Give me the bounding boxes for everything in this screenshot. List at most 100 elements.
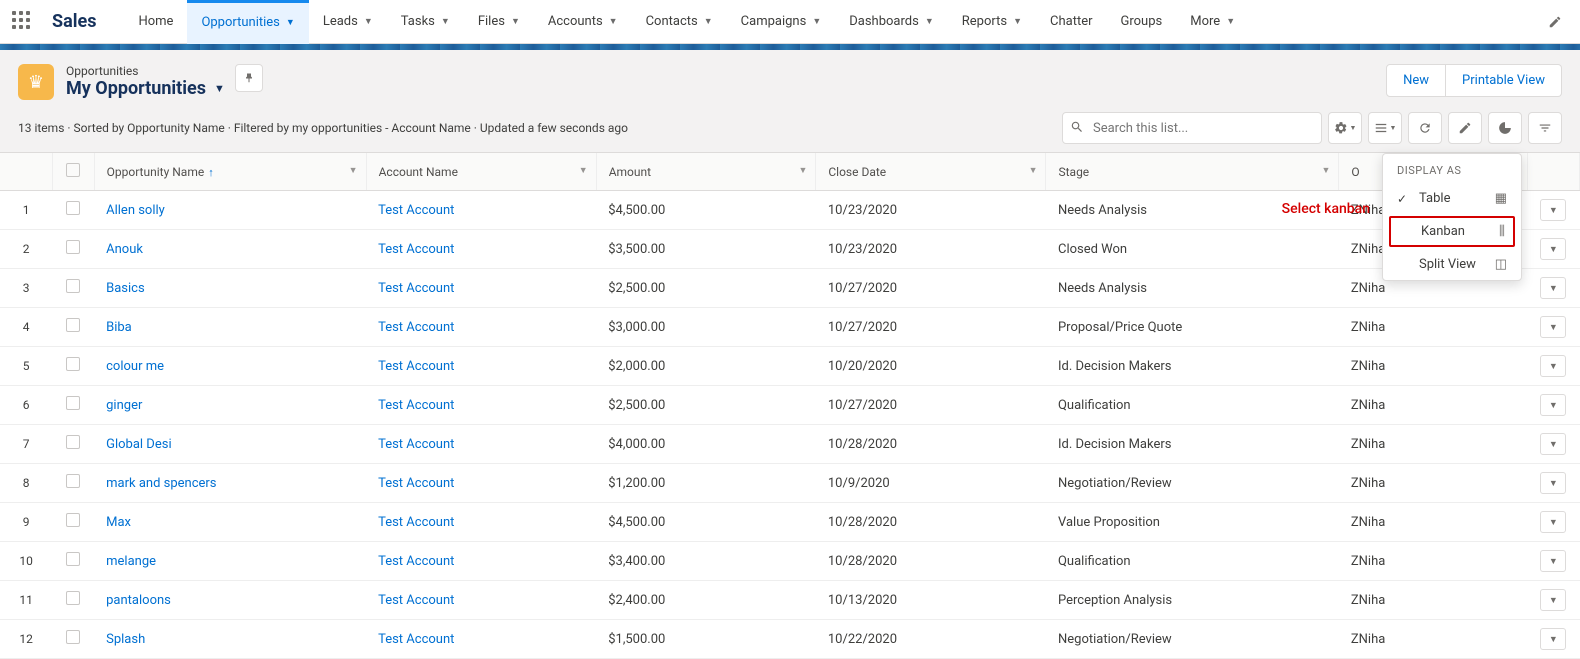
chevron-down-icon[interactable]: ▼	[704, 16, 713, 27]
chevron-down-icon[interactable]: ▼	[349, 165, 358, 176]
row-checkbox[interactable]	[52, 386, 94, 425]
account-link[interactable]: Test Account	[378, 437, 454, 452]
row-actions-button[interactable]: ▼	[1540, 355, 1566, 377]
nav-tab-opportunities[interactable]: Opportunities▼	[187, 0, 308, 44]
account-link[interactable]: Test Account	[378, 359, 454, 374]
nav-tab-groups[interactable]: Groups	[1107, 0, 1177, 44]
cell-stage: Id. Decision Makers	[1046, 347, 1339, 386]
nav-tab-leads[interactable]: Leads▼	[309, 0, 387, 44]
refresh-button[interactable]	[1408, 112, 1442, 144]
row-actions-button[interactable]: ▼	[1540, 589, 1566, 611]
row-checkbox[interactable]	[52, 425, 94, 464]
col-stage[interactable]: Stage▼	[1046, 153, 1339, 191]
nav-tab-campaigns[interactable]: Campaigns▼	[727, 0, 836, 44]
nav-tab-chatter[interactable]: Chatter	[1036, 0, 1107, 44]
opportunity-link[interactable]: Biba	[106, 320, 132, 335]
new-button[interactable]: New	[1386, 64, 1446, 97]
row-actions-button[interactable]: ▼	[1540, 394, 1566, 416]
edit-button[interactable]	[1448, 112, 1482, 144]
chevron-down-icon[interactable]: ▼	[286, 17, 295, 28]
display-option-split-view[interactable]: Split View◫	[1383, 249, 1521, 280]
col-amount[interactable]: Amount▼	[596, 153, 816, 191]
chevron-down-icon[interactable]: ▼	[1321, 165, 1330, 176]
chevron-down-icon[interactable]: ▼	[798, 165, 807, 176]
row-checkbox[interactable]	[52, 347, 94, 386]
row-checkbox[interactable]	[52, 191, 94, 230]
row-actions-button[interactable]: ▼	[1540, 199, 1566, 221]
printable-view-button[interactable]: Printable View	[1446, 64, 1562, 97]
opportunity-link[interactable]: mark and spencers	[106, 476, 216, 491]
list-view-name[interactable]: My Opportunities ▼	[66, 78, 225, 99]
row-actions-button[interactable]: ▼	[1540, 238, 1566, 260]
nav-tab-accounts[interactable]: Accounts▼	[534, 0, 632, 44]
opportunity-link[interactable]: Allen solly	[106, 203, 165, 218]
account-link[interactable]: Test Account	[378, 203, 454, 218]
nav-tab-dashboards[interactable]: Dashboards▼	[835, 0, 948, 44]
row-actions-button[interactable]: ▼	[1540, 316, 1566, 338]
chevron-down-icon[interactable]: ▼	[812, 16, 821, 27]
row-checkbox[interactable]	[52, 581, 94, 620]
account-link[interactable]: Test Account	[378, 632, 454, 647]
row-actions-button[interactable]: ▼	[1540, 472, 1566, 494]
opportunity-link[interactable]: Basics	[106, 281, 145, 296]
opportunity-link[interactable]: Anouk	[106, 242, 143, 257]
chevron-down-icon[interactable]: ▼	[441, 16, 450, 27]
account-link[interactable]: Test Account	[378, 515, 454, 530]
col-opportunity-name[interactable]: Opportunity Name↑▼	[94, 153, 366, 191]
chevron-down-icon[interactable]: ▼	[925, 16, 934, 27]
display-option-table[interactable]: ✓Table▦	[1383, 183, 1521, 214]
opportunity-link[interactable]: Splash	[106, 632, 145, 647]
account-link[interactable]: Test Account	[378, 320, 454, 335]
opportunity-link[interactable]: ginger	[106, 398, 142, 413]
opportunity-link[interactable]: Max	[106, 515, 131, 530]
account-link[interactable]: Test Account	[378, 476, 454, 491]
account-link[interactable]: Test Account	[378, 593, 454, 608]
search-input[interactable]	[1062, 112, 1322, 144]
account-link[interactable]: Test Account	[378, 281, 454, 296]
row-actions-button[interactable]: ▼	[1540, 433, 1566, 455]
edit-nav-icon[interactable]	[1542, 9, 1568, 35]
row-checkbox[interactable]	[52, 230, 94, 269]
opportunity-link[interactable]: colour me	[106, 359, 164, 374]
chevron-down-icon[interactable]: ▼	[579, 165, 588, 176]
nav-tab-home[interactable]: Home	[124, 0, 187, 44]
nav-tab-files[interactable]: Files▼	[464, 0, 534, 44]
row-actions-button[interactable]: ▼	[1540, 277, 1566, 299]
filter-button[interactable]	[1528, 112, 1562, 144]
chevron-down-icon[interactable]: ▼	[609, 16, 618, 27]
nav-tab-tasks[interactable]: Tasks▼	[387, 0, 464, 44]
row-checkbox[interactable]	[52, 308, 94, 347]
row-actions-button[interactable]: ▼	[1540, 511, 1566, 533]
opportunity-link[interactable]: melange	[106, 554, 156, 569]
row-checkbox[interactable]	[52, 542, 94, 581]
display-as-button[interactable]: ▼	[1368, 112, 1402, 144]
col-select-all[interactable]	[52, 153, 94, 191]
col-close-date[interactable]: Close Date▼	[816, 153, 1046, 191]
opportunity-link[interactable]: pantaloons	[106, 593, 171, 608]
nav-tab-contacts[interactable]: Contacts▼	[632, 0, 727, 44]
chevron-down-icon[interactable]: ▼	[364, 16, 373, 27]
account-link[interactable]: Test Account	[378, 398, 454, 413]
chevron-down-icon[interactable]: ▼	[1226, 16, 1235, 27]
account-link[interactable]: Test Account	[378, 242, 454, 257]
col-account-name[interactable]: Account Name▼	[366, 153, 596, 191]
row-actions-button[interactable]: ▼	[1540, 550, 1566, 572]
app-launcher-icon[interactable]	[12, 11, 34, 33]
nav-tab-reports[interactable]: Reports▼	[948, 0, 1036, 44]
nav-tab-more[interactable]: More▼	[1176, 0, 1249, 44]
chevron-down-icon[interactable]: ▼	[1013, 16, 1022, 27]
row-checkbox[interactable]	[52, 269, 94, 308]
settings-button[interactable]: ▼	[1328, 112, 1362, 144]
display-option-kanban[interactable]: Kanban⫼	[1389, 216, 1515, 247]
global-nav: Sales HomeOpportunities▼Leads▼Tasks▼File…	[0, 0, 1580, 44]
row-checkbox[interactable]	[52, 620, 94, 659]
pin-button[interactable]	[235, 64, 263, 92]
row-checkbox[interactable]	[52, 503, 94, 542]
account-link[interactable]: Test Account	[378, 554, 454, 569]
row-checkbox[interactable]	[52, 464, 94, 503]
chart-button[interactable]	[1488, 112, 1522, 144]
opportunity-link[interactable]: Global Desi	[106, 437, 171, 452]
row-actions-button[interactable]: ▼	[1540, 628, 1566, 650]
chevron-down-icon[interactable]: ▼	[1029, 165, 1038, 176]
chevron-down-icon[interactable]: ▼	[511, 16, 520, 27]
